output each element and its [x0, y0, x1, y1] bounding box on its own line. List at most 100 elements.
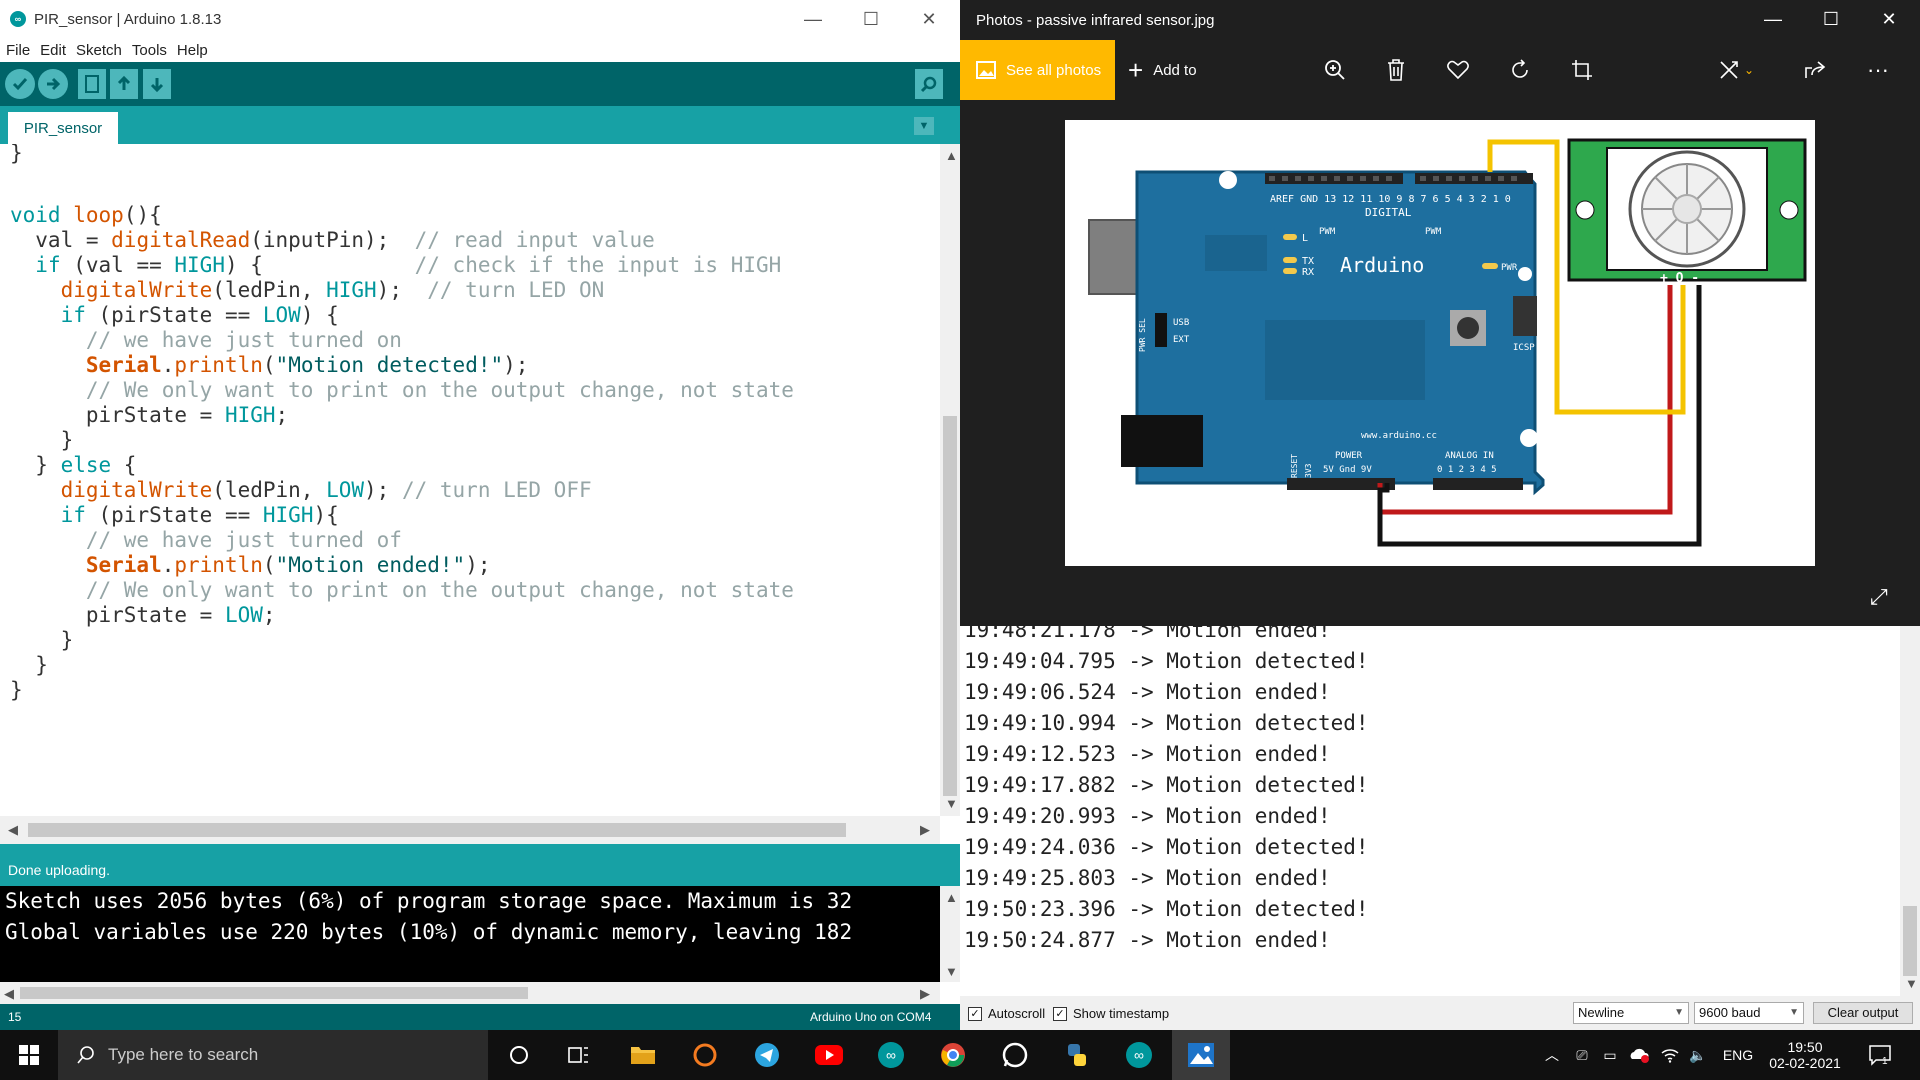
- scroll-left-icon[interactable]: ◀: [4, 986, 14, 1002]
- action-center-button[interactable]: 1: [1860, 1030, 1900, 1080]
- console-horizontal-thumb[interactable]: [20, 987, 528, 999]
- menu-sketch[interactable]: Sketch: [76, 42, 122, 59]
- verify-button[interactable]: [5, 69, 35, 99]
- tray-clock[interactable]: 19:50 02-02-2021: [1764, 1030, 1846, 1080]
- wifi-icon: [1661, 1049, 1679, 1063]
- tray-volume[interactable]: 🔈: [1686, 1030, 1710, 1080]
- notification-icon: [1869, 1045, 1891, 1066]
- scroll-up-icon[interactable]: ▲: [945, 890, 958, 905]
- baud-rate-value: 9600 baud: [1699, 1005, 1761, 1020]
- see-all-label: See all photos: [1006, 61, 1102, 79]
- taskbar-python[interactable]: [1048, 1030, 1106, 1080]
- menu-edit[interactable]: Edit: [40, 42, 66, 59]
- close-button[interactable]: ✕: [900, 0, 958, 38]
- scroll-down-icon[interactable]: ▼: [945, 796, 958, 811]
- editor-vertical-scrollbar[interactable]: ▲ ▼: [940, 144, 960, 816]
- delete-button[interactable]: [1376, 50, 1416, 90]
- show-timestamp-checkbox[interactable]: ✓: [1053, 1007, 1067, 1021]
- icsp-label: ICSP: [1513, 343, 1535, 353]
- serial-monitor-button[interactable]: [915, 69, 943, 99]
- favorite-button[interactable]: [1438, 50, 1478, 90]
- new-sketch-button[interactable]: [78, 69, 106, 99]
- see-all-photos-button[interactable]: See all photos: [960, 40, 1115, 100]
- scroll-left-icon[interactable]: ◀: [8, 822, 18, 838]
- autoscroll-label: Autoscroll: [988, 1006, 1046, 1021]
- arduino-title-bar: ∞ PIR_sensor | Arduino 1.8.13 — ☐ ✕: [0, 0, 960, 38]
- tray-onedrive[interactable]: [1626, 1030, 1652, 1080]
- maximize-button[interactable]: ☐: [842, 0, 900, 38]
- tray-battery[interactable]: ▭: [1598, 1030, 1622, 1080]
- taskbar-arduino-2[interactable]: ∞: [1110, 1030, 1168, 1080]
- baud-rate-select[interactable]: 9600 baud ▼: [1694, 1002, 1804, 1024]
- tray-meet-now[interactable]: ⎚: [1570, 1030, 1594, 1080]
- start-button[interactable]: [0, 1030, 58, 1080]
- autoscroll-checkbox[interactable]: ✓: [968, 1007, 982, 1021]
- telegram-icon: [755, 1043, 779, 1067]
- editor-horizontal-thumb[interactable]: [28, 823, 846, 837]
- windows-logo-icon: [19, 1045, 39, 1065]
- more-button[interactable]: ···: [1858, 50, 1898, 90]
- crop-button[interactable]: [1562, 50, 1602, 90]
- scroll-right-icon[interactable]: ▶: [920, 986, 930, 1002]
- serial-output: 19:48:21.178 -> Motion ended! 19:49:04.7…: [960, 626, 1900, 996]
- taskbar-photos[interactable]: [1172, 1030, 1230, 1080]
- menu-help[interactable]: Help: [177, 42, 208, 59]
- expand-button[interactable]: ⤢: [1870, 584, 1888, 610]
- line-number: 15: [8, 1010, 22, 1024]
- open-sketch-button[interactable]: [110, 69, 138, 99]
- status-message: Done uploading.: [0, 844, 960, 886]
- scroll-up-icon[interactable]: ▲: [945, 148, 958, 163]
- taskbar-whatsapp[interactable]: [986, 1030, 1044, 1080]
- taskbar-file-explorer[interactable]: [614, 1030, 672, 1080]
- tray-wifi[interactable]: [1658, 1030, 1682, 1080]
- menu-file[interactable]: File: [6, 42, 30, 59]
- maximize-button[interactable]: ☐: [1802, 0, 1860, 38]
- console-vertical-scrollbar[interactable]: ▲ ▼: [940, 886, 960, 982]
- scroll-right-icon[interactable]: ▶: [920, 822, 930, 838]
- tray-language[interactable]: ENG: [1718, 1030, 1758, 1080]
- serial-vertical-scrollbar[interactable]: ▼: [1900, 626, 1920, 996]
- taskbar-youtube[interactable]: [800, 1030, 858, 1080]
- line-ending-select[interactable]: Newline ▼: [1573, 1002, 1689, 1024]
- scroll-down-icon[interactable]: ▼: [1905, 976, 1918, 991]
- taskbar-search-box[interactable]: Type here to search: [58, 1030, 488, 1080]
- tray-overflow-button[interactable]: ︿: [1540, 1030, 1564, 1080]
- scroll-down-icon[interactable]: ▼: [945, 964, 958, 979]
- code-editor[interactable]: } void loop(){ val = digitalRead(inputPi…: [0, 144, 940, 816]
- eclipse-icon: [693, 1043, 717, 1067]
- menu-tools[interactable]: Tools: [132, 42, 167, 59]
- minimize-button[interactable]: —: [1744, 0, 1802, 38]
- analog-in-label: ANALOG IN: [1445, 451, 1494, 461]
- image-icon: [976, 61, 996, 79]
- taskbar-telegram[interactable]: [738, 1030, 796, 1080]
- share-button[interactable]: [1795, 50, 1835, 90]
- cortana-button[interactable]: [490, 1030, 548, 1080]
- chevron-down-icon: ▼: [1674, 1007, 1684, 1018]
- zoom-button[interactable]: [1315, 50, 1355, 90]
- save-sketch-button[interactable]: [143, 69, 171, 99]
- photos-window: Photos - passive infrared sensor.jpg — ☐…: [960, 0, 1920, 626]
- serial-line: 19:48:21.178 -> Motion ended!: [964, 626, 1331, 642]
- console-horizontal-scrollbar[interactable]: ◀ ▶: [0, 982, 940, 1004]
- edit-create-button[interactable]: ⌄: [1706, 50, 1766, 90]
- heart-icon: [1447, 60, 1469, 80]
- editor-vertical-thumb[interactable]: [943, 416, 957, 796]
- serial-line: 19:49:24.036 -> Motion detected!: [964, 835, 1369, 859]
- minimize-button[interactable]: —: [784, 0, 842, 38]
- notification-count: 1: [1882, 1056, 1888, 1067]
- taskbar-eclipse[interactable]: [676, 1030, 734, 1080]
- editor-horizontal-scrollbar[interactable]: ◀ ▶: [0, 816, 940, 844]
- rotate-button[interactable]: [1500, 50, 1540, 90]
- tab-menu-button[interactable]: ▼: [914, 117, 934, 135]
- clear-output-button[interactable]: Clear output: [1813, 1002, 1913, 1024]
- plus-icon: +: [1128, 54, 1144, 85]
- tab-pir-sensor[interactable]: PIR_sensor: [8, 112, 118, 144]
- taskbar-chrome[interactable]: [924, 1030, 982, 1080]
- folder-icon: [631, 1047, 655, 1064]
- upload-button[interactable]: [38, 69, 68, 99]
- task-view-button[interactable]: [550, 1030, 608, 1080]
- taskbar-arduino[interactable]: ∞: [862, 1030, 920, 1080]
- add-to-button[interactable]: + Add to: [1128, 40, 1197, 100]
- serial-vertical-thumb[interactable]: [1903, 906, 1917, 976]
- close-button[interactable]: ✕: [1860, 0, 1918, 38]
